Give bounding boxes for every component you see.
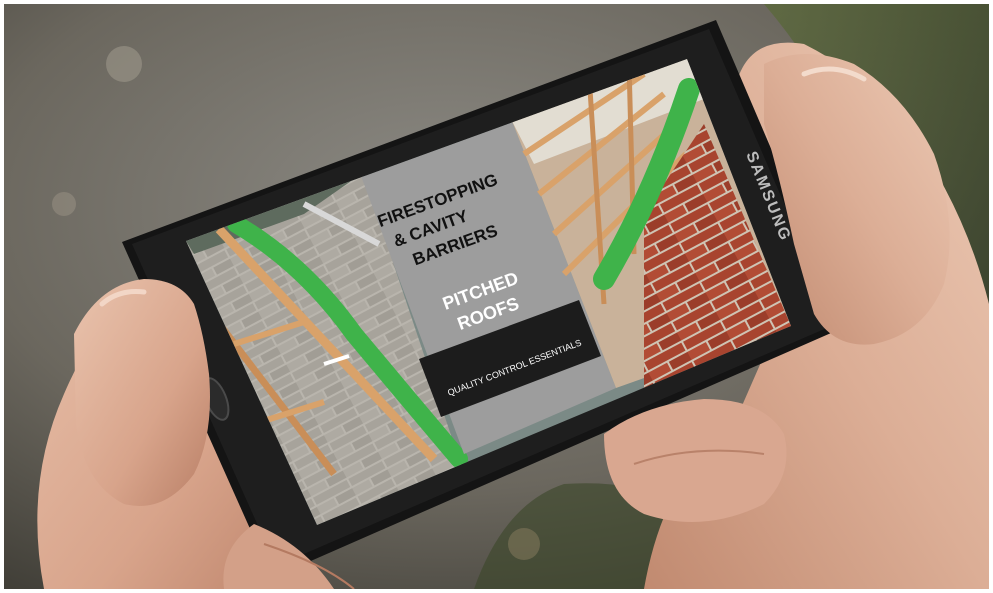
left-thumb (74, 279, 210, 506)
photo-illustration: SAMSUNG FIRESTOPPING & CAVITY BARRIERS P… (4, 4, 989, 589)
photo-scene: SAMSUNG FIRESTOPPING & CAVITY BARRIERS P… (4, 4, 989, 589)
